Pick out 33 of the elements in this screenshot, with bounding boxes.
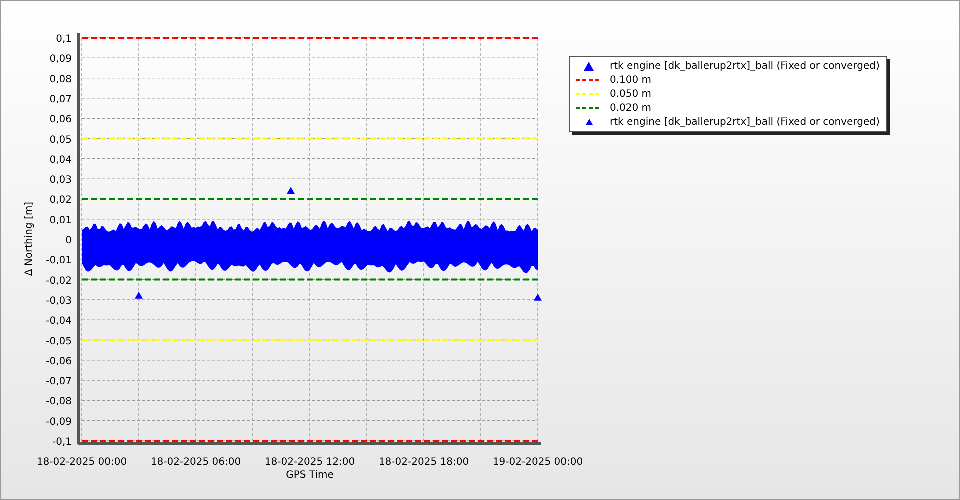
y-tick-label: 0,01 [50, 215, 72, 226]
y-tick-label: 0 [66, 236, 72, 246]
y-tick-label: -0,05 [46, 336, 72, 348]
x-axis-title: GPS Time [286, 470, 334, 481]
y-tick-label: 0,02 [50, 195, 72, 206]
x-tick-label: 18-02-2025 12:00 [264, 457, 356, 468]
legend-label: 0.100 m [610, 74, 652, 86]
legend-label: rtk engine [dk_ballerup2rtx]_ball (Fixed or converged) [610, 116, 880, 128]
y-tick-label: 0,03 [50, 175, 72, 186]
y-tick-label: 0,06 [50, 114, 72, 126]
y-tick-label: -0,04 [46, 316, 72, 328]
x-tick-label: 18-02-2025 06:00 [150, 457, 242, 468]
legend-label: 0.050 m [610, 88, 652, 100]
y-tick-label: -0,1 [52, 437, 72, 448]
y-tick-label: -0,08 [46, 396, 72, 408]
legend-label: 0.020 m [610, 102, 652, 114]
y-tick-label: 0,04 [50, 154, 72, 166]
x-tick-label: 18-02-2025 00:00 [36, 457, 128, 468]
x-tick-label: 19-02-2025 00:00 [492, 457, 584, 468]
y-tick-label: -0,09 [46, 416, 72, 428]
y-tick-label: -0,06 [46, 356, 72, 368]
y-tick-label: -0,07 [46, 376, 72, 388]
y-tick-label: 0,07 [50, 94, 72, 106]
y-tick-label: 0,08 [50, 74, 72, 86]
legend-label: rtk engine [dk_ballerup2rtx]_ball (Fixed or converged) [610, 60, 880, 72]
y-tick-label: -0,01 [46, 256, 72, 267]
y-tick-label: 0,1 [56, 34, 72, 45]
y-tick-label: -0,03 [46, 296, 72, 307]
y-axis-title: Δ Northing [m] [24, 202, 35, 276]
y-tick-label: 0,05 [50, 134, 72, 146]
y-tick-label: -0,02 [46, 276, 72, 287]
x-tick-label: 18-02-2025 18:00 [378, 457, 470, 468]
y-tick-label: 0,09 [50, 54, 72, 66]
